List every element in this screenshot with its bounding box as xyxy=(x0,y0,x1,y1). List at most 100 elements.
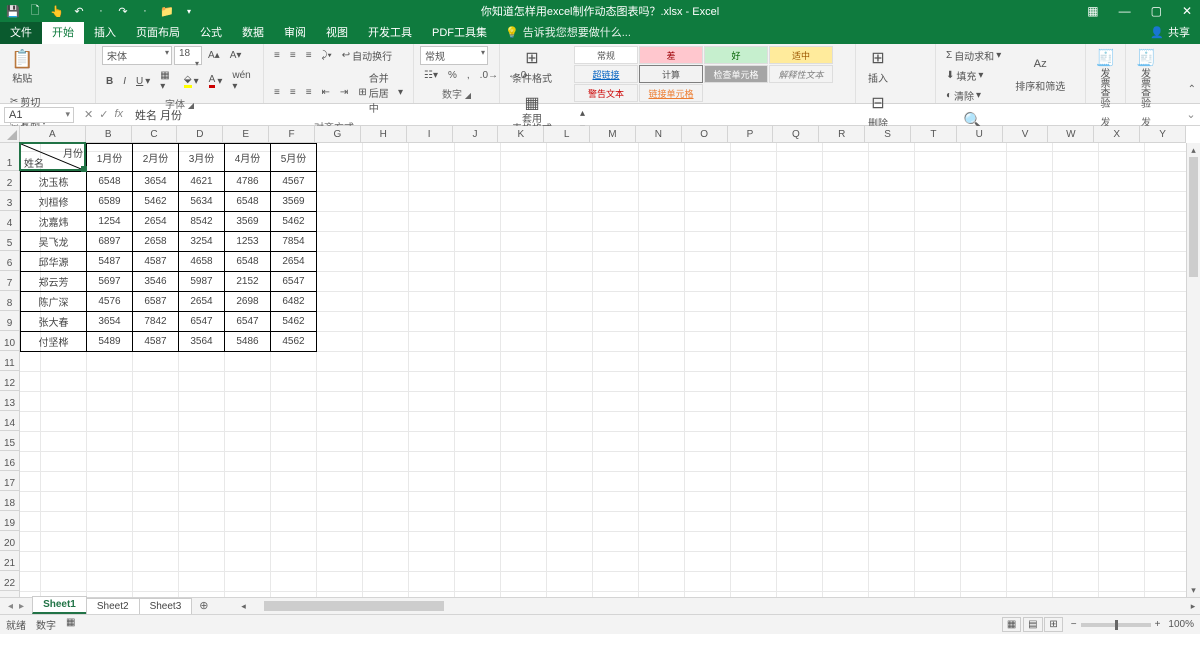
collapse-ribbon-button[interactable]: ⌃ xyxy=(1188,84,1196,95)
col-header-Y[interactable]: Y xyxy=(1140,126,1186,143)
italic-button[interactable]: I xyxy=(119,68,130,94)
grow-font-button[interactable]: A▴ xyxy=(204,46,224,65)
tab-page-layout[interactable]: 页面布局 xyxy=(126,20,190,44)
inc-decimal-button[interactable]: .0→ xyxy=(476,68,502,83)
data-cell[interactable]: 3254 xyxy=(179,232,225,252)
fx-icon[interactable]: fx xyxy=(114,108,123,121)
row-header-17[interactable]: 17 xyxy=(0,471,20,491)
row-header-19[interactable]: 19 xyxy=(0,511,20,531)
maximize-icon[interactable]: ▢ xyxy=(1147,4,1166,18)
col-header-P[interactable]: P xyxy=(728,126,774,143)
align-top-button[interactable]: ≡ xyxy=(270,46,284,65)
col-header-C[interactable]: C xyxy=(132,126,178,143)
hscroll-thumb[interactable] xyxy=(264,601,444,611)
style-normal[interactable]: 常规 xyxy=(574,46,638,64)
name-cell[interactable]: 张大春 xyxy=(21,312,87,332)
data-cell[interactable]: 6482 xyxy=(271,292,317,312)
data-cell[interactable]: 2152 xyxy=(225,272,271,292)
data-cell[interactable]: 6587 xyxy=(133,292,179,312)
month-header[interactable]: 4月份 xyxy=(225,144,271,172)
data-cell[interactable]: 7854 xyxy=(271,232,317,252)
sheet-tab-2[interactable]: Sheet2 xyxy=(86,598,140,614)
col-header-R[interactable]: R xyxy=(819,126,865,143)
col-header-Q[interactable]: Q xyxy=(773,126,819,143)
col-header-H[interactable]: H xyxy=(361,126,407,143)
accounting-button[interactable]: ☷▾ xyxy=(420,68,442,83)
data-cell[interactable]: 4587 xyxy=(133,252,179,272)
data-cell[interactable]: 3546 xyxy=(133,272,179,292)
zoom-out-button[interactable]: − xyxy=(1071,619,1077,630)
style-bad[interactable]: 差 xyxy=(639,46,703,64)
data-cell[interactable]: 4786 xyxy=(225,172,271,192)
invoice-check-b-button[interactable]: 🧾发票 查验 xyxy=(1132,46,1160,112)
col-header-V[interactable]: V xyxy=(1003,126,1049,143)
name-cell[interactable]: 沈嘉炜 xyxy=(21,212,87,232)
month-header[interactable]: 5月份 xyxy=(271,144,317,172)
data-cell[interactable]: 5462 xyxy=(133,192,179,212)
row-header-21[interactable]: 21 xyxy=(0,551,20,571)
qat-new-icon[interactable]: 🗋 xyxy=(28,4,42,18)
col-header-M[interactable]: M xyxy=(590,126,636,143)
data-cell[interactable]: 2654 xyxy=(271,252,317,272)
data-cell[interactable]: 3654 xyxy=(133,172,179,192)
data-cell[interactable]: 5462 xyxy=(271,312,317,332)
col-header-A[interactable]: A xyxy=(20,126,86,143)
data-cell[interactable]: 6589 xyxy=(87,192,133,212)
data-cell[interactable]: 4576 xyxy=(87,292,133,312)
style-check-cell[interactable]: 检查单元格 xyxy=(704,65,768,83)
fill-color-button[interactable]: ⬙▾ xyxy=(180,68,203,94)
align-bottom-button[interactable]: ≡ xyxy=(302,46,316,65)
data-cell[interactable]: 7842 xyxy=(133,312,179,332)
data-cell[interactable]: 6548 xyxy=(225,252,271,272)
qat-touch-icon[interactable]: 👆 xyxy=(50,4,64,18)
number-format-dropdown[interactable]: 常规 xyxy=(420,46,488,65)
col-header-F[interactable]: F xyxy=(269,126,315,143)
shrink-font-button[interactable]: A▾ xyxy=(226,46,246,65)
col-header-I[interactable]: I xyxy=(407,126,453,143)
macro-record-icon[interactable]: ▦ xyxy=(66,617,75,632)
name-cell[interactable]: 陈广深 xyxy=(21,292,87,312)
row-header-2[interactable]: 2 xyxy=(0,171,20,191)
row-header-11[interactable]: 11 xyxy=(0,351,20,371)
phonetic-button[interactable]: wén ▾ xyxy=(228,68,257,94)
data-cell[interactable]: 4658 xyxy=(179,252,225,272)
scroll-right-button[interactable]: ▸ xyxy=(1186,601,1200,612)
data-cell[interactable]: 5697 xyxy=(87,272,133,292)
percent-button[interactable]: % xyxy=(444,68,461,83)
row-header-14[interactable]: 14 xyxy=(0,411,20,431)
data-cell[interactable]: 5487 xyxy=(87,252,133,272)
month-header[interactable]: 2月份 xyxy=(133,144,179,172)
data-cell[interactable]: 8542 xyxy=(179,212,225,232)
row-header-10[interactable]: 10 xyxy=(0,331,20,351)
wrap-text-button[interactable]: ↩自动换行 xyxy=(338,46,396,65)
name-cell[interactable]: 沈玉栋 xyxy=(21,172,87,192)
zoom-level[interactable]: 100% xyxy=(1168,619,1194,630)
row-header-22[interactable]: 22 xyxy=(0,571,20,591)
align-middle-button[interactable]: ≡ xyxy=(286,46,300,65)
data-cell[interactable]: 1254 xyxy=(87,212,133,232)
row-header-1[interactable]: 1 xyxy=(0,143,20,171)
scroll-left-button[interactable]: ◂ xyxy=(236,601,250,612)
name-cell[interactable]: 郑云芳 xyxy=(21,272,87,292)
row-header-8[interactable]: 8 xyxy=(0,291,20,311)
scroll-down-button[interactable]: ▾ xyxy=(1187,583,1200,597)
minimize-icon[interactable]: — xyxy=(1115,4,1135,18)
style-hyperlink[interactable]: 超链接 xyxy=(574,65,638,83)
enter-formula-icon[interactable]: ✓ xyxy=(99,108,108,121)
font-color-button[interactable]: A▾ xyxy=(205,68,227,94)
col-header-S[interactable]: S xyxy=(865,126,911,143)
sort-filter-button[interactable]: ᴬᶻ排序和筛选 xyxy=(1009,56,1071,95)
font-size-dropdown[interactable]: 18 xyxy=(174,46,202,65)
font-name-dropdown[interactable]: 宋体 xyxy=(102,46,172,65)
row-header-13[interactable]: 13 xyxy=(0,391,20,411)
row-header-9[interactable]: 9 xyxy=(0,311,20,331)
autosum-button[interactable]: Σ自动求和 ▾ xyxy=(942,46,1005,65)
data-cell[interactable]: 1253 xyxy=(225,232,271,252)
fill-button[interactable]: ⬇填充 ▾ xyxy=(942,66,1005,85)
col-header-G[interactable]: G xyxy=(315,126,361,143)
data-cell[interactable]: 2654 xyxy=(179,292,225,312)
qat-undo-icon[interactable]: ↶ xyxy=(72,4,86,18)
data-cell[interactable]: 6897 xyxy=(87,232,133,252)
column-headers[interactable]: ABCDEFGHIJKLMNOPQRSTUVWXY xyxy=(20,126,1186,143)
row-headers[interactable]: 1234567891011121314151617181920212223 xyxy=(0,143,20,597)
